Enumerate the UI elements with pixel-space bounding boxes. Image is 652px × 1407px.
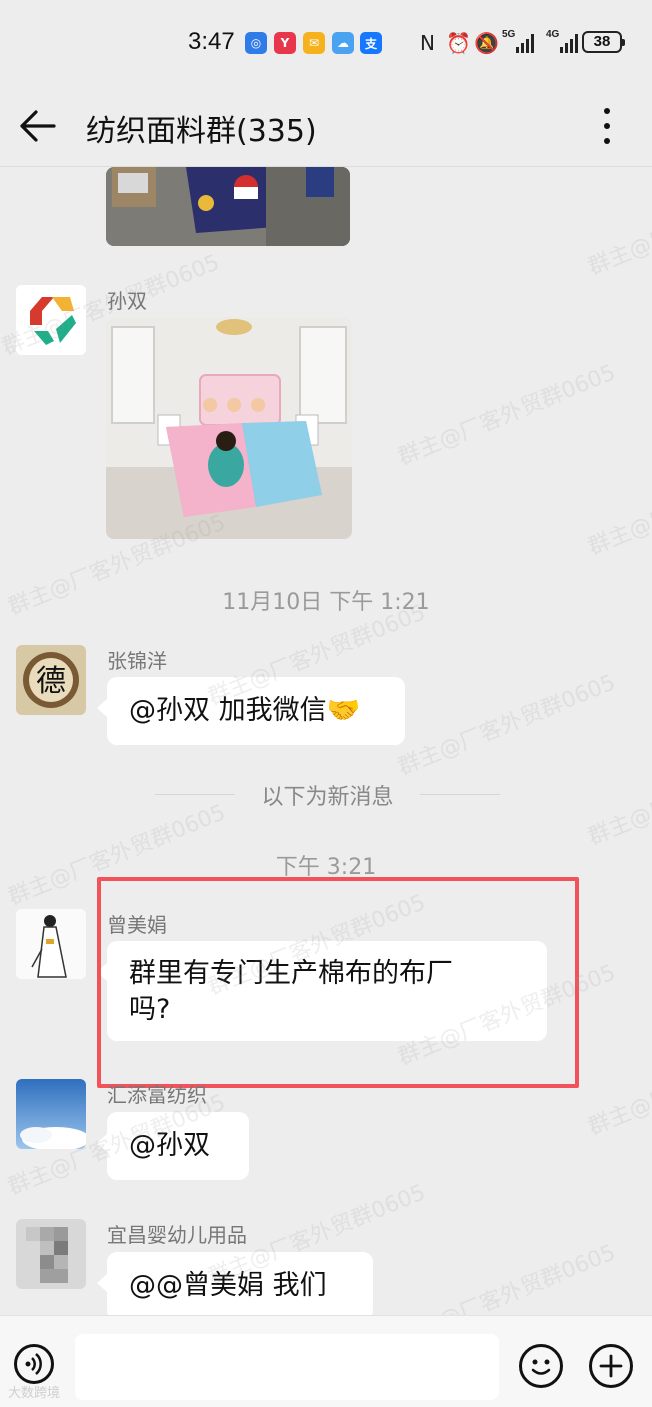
network-label: 4G (546, 29, 560, 40)
image-message[interactable] (106, 167, 350, 246)
back-button[interactable] (18, 108, 58, 144)
emoji-icon (531, 1359, 551, 1375)
signal-4g-icon: 4G (546, 29, 578, 53)
message-bubble[interactable]: @@曾美娟 我们 (97, 1252, 373, 1315)
watermark: 群主@厂客外贸群0605 (584, 1030, 652, 1141)
watermark: 群主@厂客外贸群0605 (394, 670, 620, 781)
group-title: 纺织面料群(335) (86, 114, 317, 149)
message-text: @孙双 加我微信🤝 (129, 695, 361, 726)
svg-text:德: 德 (36, 664, 66, 699)
illustration-avatar (16, 909, 86, 979)
message-text: @孙双 (129, 1130, 210, 1161)
message-input[interactable] (75, 1334, 499, 1400)
mail-icon: ✉ (303, 32, 325, 54)
image-message[interactable] (106, 317, 352, 539)
avatar[interactable] (16, 285, 86, 355)
avatar[interactable] (16, 1079, 86, 1149)
bedroom-photo (106, 167, 350, 246)
logo-avatar (16, 285, 86, 355)
voice-button[interactable] (14, 1344, 54, 1384)
princess-bedroom-photo (106, 317, 352, 539)
voice-icon (25, 1353, 42, 1375)
chat-header: 纺织面料群(335) (0, 88, 652, 167)
app-notification-icon: Y (274, 32, 296, 54)
more-dots-icon (604, 108, 610, 114)
message-bubble[interactable]: @孙双 (97, 1112, 249, 1180)
highlight-box (97, 877, 579, 1088)
divider-label: 以下为新消息 (261, 785, 394, 810)
timestamp: 11月10日 下午 1:21 (222, 590, 430, 615)
emoji-button[interactable] (519, 1344, 563, 1388)
watermark: 群主@厂客外贸群0605 (584, 450, 652, 561)
nfc-icon: N (420, 31, 435, 55)
watermark: 群主@厂客外贸群0605 (584, 740, 652, 851)
sky-avatar (16, 1079, 86, 1149)
status-bar: 3:47 ◎ Y ✉ ☁ 支 N ⏰ 🔕 5G 4G 38 (0, 0, 652, 88)
watermark: 群主@厂客外贸群0605 (584, 170, 652, 281)
back-arrow-icon (20, 110, 56, 142)
more-options-button[interactable] (594, 104, 620, 148)
app-notification-icon: ◎ (245, 32, 267, 54)
network-label: 5G (502, 29, 516, 40)
calligraphy-avatar: 德 (16, 645, 86, 715)
alipay-icon: 支 (360, 32, 382, 54)
input-bar (0, 1315, 652, 1407)
sender-name: 宜昌婴幼儿用品 (107, 1223, 247, 1247)
battery-icon: 38 (582, 31, 625, 53)
alarm-icon: ⏰ (446, 31, 471, 55)
sender-name: 张锦洋 (107, 649, 167, 673)
new-messages-divider: 以下为新消息 (155, 779, 500, 810)
footer-watermark: 大数跨境 (8, 1386, 61, 1401)
more-actions-button[interactable] (589, 1344, 633, 1388)
status-time: 3:47 (188, 28, 235, 55)
sender-name: 汇添富纺织 (107, 1083, 207, 1107)
avatar[interactable] (16, 909, 86, 979)
message-list[interactable]: 孙双 11月10日 下午 1:21 德 张锦洋 @孙双 加我微信🤝 以下为新消息… (0, 167, 652, 1315)
weather-icon: ☁ (332, 32, 354, 54)
sender-name: 孙双 (107, 289, 147, 313)
plus-icon (599, 1354, 623, 1378)
mute-icon: 🔕 (474, 31, 499, 55)
avatar[interactable] (16, 1219, 86, 1289)
avatar[interactable]: 德 (16, 645, 86, 715)
watermark: 群主@厂客外贸群0605 (394, 360, 620, 471)
message-bubble[interactable]: @孙双 加我微信🤝 (97, 677, 405, 745)
message-text: @@曾美娟 我们 (129, 1270, 327, 1301)
signal-5g-icon: 5G (502, 29, 534, 53)
watermark: 群主@厂客外贸群0605 (394, 1240, 620, 1315)
blurred-avatar (16, 1219, 86, 1289)
